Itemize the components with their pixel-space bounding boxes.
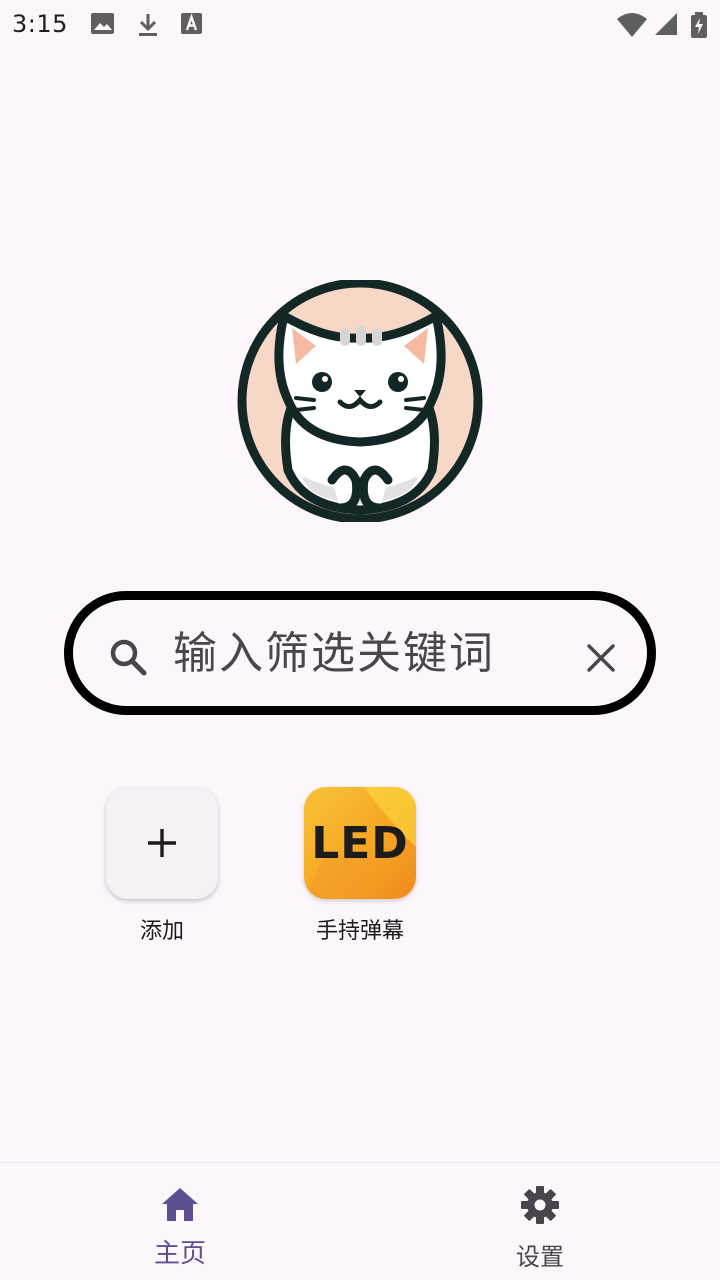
search-bar[interactable]: [64, 591, 656, 715]
image-icon: [91, 13, 114, 34]
nav-label-home: 主页: [153, 1239, 206, 1269]
bottom-nav: 主页 设置: [0, 1162, 720, 1280]
text-icon: [181, 13, 202, 34]
gear-icon: [521, 1186, 559, 1224]
nav-label-settings: 设置: [516, 1243, 564, 1271]
plus-icon: [148, 829, 176, 857]
app-item-add[interactable]: 添加: [82, 787, 242, 945]
cat-logo: [237, 280, 483, 522]
home-screen: 3:15 输入筛选关键词 添加 LED 手持弹幕 主页 设置: [0, 0, 720, 1280]
led-app-icon[interactable]: LED: [304, 787, 416, 899]
wifi-icon: [617, 13, 647, 37]
home-icon: [162, 1188, 198, 1221]
app-item-led[interactable]: LED 手持弹幕: [280, 787, 440, 945]
status-time: 3:15: [12, 10, 68, 38]
nav-item-home[interactable]: 主页: [0, 1163, 360, 1280]
status-bar: 3:15: [0, 0, 720, 48]
clear-button[interactable]: [581, 638, 621, 678]
download-icon: [139, 14, 157, 36]
app-label: 添加: [139, 919, 184, 944]
search-input[interactable]: [173, 622, 563, 684]
add-app-tile[interactable]: [106, 787, 218, 899]
app-label: 手持弹幕: [315, 919, 404, 944]
close-icon: [587, 644, 615, 672]
battery-icon: [691, 12, 707, 38]
signal-icon: [655, 13, 677, 35]
led-tile-text: LED: [311, 817, 409, 869]
search-icon: [110, 639, 147, 676]
nav-item-settings[interactable]: 设置: [360, 1163, 720, 1280]
